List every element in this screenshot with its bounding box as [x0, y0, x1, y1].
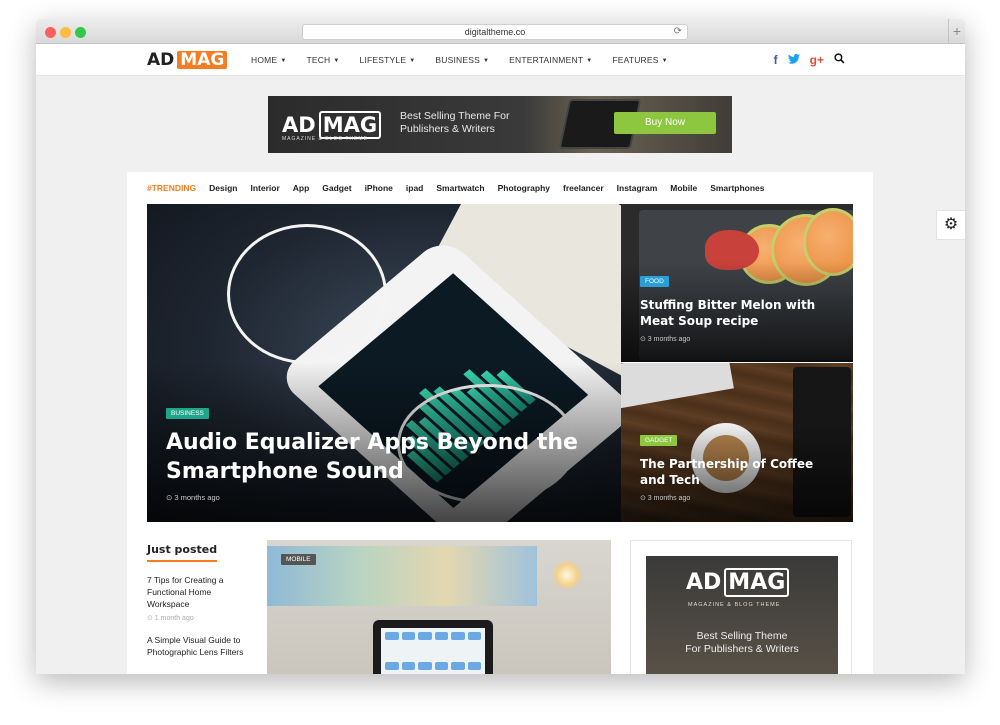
menu-item-lifestyle[interactable]: LIFESTYLE ▼ — [360, 55, 416, 65]
trending-tag[interactable]: iPhone — [365, 183, 393, 193]
section-heading: Just posted — [147, 543, 218, 562]
close-window-button[interactable] — [45, 27, 56, 38]
menu-item-business[interactable]: BUSINESS ▼ — [435, 55, 489, 65]
sidebar-ad[interactable]: AD MAG MAGAZINE & BLOG THEME Best Selling… — [630, 540, 852, 674]
post-time: ⊙ 3 months ago — [640, 495, 691, 502]
banner-logo-mag: MAG — [318, 110, 382, 139]
menu-label: ENTERTAINMENT — [509, 55, 584, 65]
menu-label: FEATURES — [612, 55, 659, 65]
trending-bar: #TRENDING Design Interior App Gadget iPh… — [147, 183, 778, 193]
site-logo[interactable]: AD MAG — [147, 50, 228, 70]
banner-logo: AD MAG — [282, 110, 382, 139]
site-header: AD MAG HOME ▼ TECH ▼ LIFESTYLE ▼ BUSINESS ▼ … — [36, 44, 965, 76]
list-item-title[interactable]: 7 Tips for Creating a Functional Home Wo… — [147, 574, 248, 610]
chevron-down-icon: ▼ — [333, 58, 340, 64]
logo-ad-text: AD — [147, 50, 175, 70]
buy-now-button[interactable]: Buy Now — [614, 112, 716, 134]
hero-time: ⊙ 3 months ago — [166, 493, 220, 502]
category-badge[interactable]: FOOD — [640, 276, 669, 287]
menu-label: LIFESTYLE — [359, 55, 407, 65]
chevron-down-icon: ▼ — [586, 58, 593, 64]
ad-line-1: Best Selling Theme — [696, 630, 788, 642]
menu-item-entertainment[interactable]: ENTERTAINMENT ▼ — [509, 55, 592, 65]
top-ad-banner[interactable]: AD MAG MAGAZINE & BLOG THEME Best Selling… — [268, 96, 732, 153]
just-posted-section: Just posted 7 Tips for Creating a Functi… — [147, 540, 248, 658]
list-item[interactable]: A Simple Visual Guide to Photographic Le… — [147, 634, 248, 658]
logo-mag-text: MAG — [177, 51, 228, 69]
category-badge[interactable]: BUSINESS — [166, 408, 209, 419]
trending-tag[interactable]: Photography — [498, 183, 550, 193]
new-tab-button[interactable]: + — [948, 19, 965, 44]
url-text: digitaltheme.co — [464, 27, 526, 37]
search-icon[interactable] — [834, 53, 845, 67]
chevron-down-icon: ▼ — [409, 58, 416, 64]
trending-tag[interactable]: Mobile — [670, 183, 697, 193]
hero-title[interactable]: Audio Equalizer Apps Beyond the Smartpho… — [166, 428, 606, 486]
post-title[interactable]: The Partnership of Coffee and Tech — [640, 456, 840, 488]
mobile-post[interactable]: MOBILE — [267, 540, 611, 674]
content-container: #TRENDING Design Interior App Gadget iPh… — [127, 172, 873, 674]
banner-text: Best Selling Theme For Publishers & Writ… — [400, 110, 510, 136]
tablet-image — [373, 620, 493, 674]
browser-chrome: digitaltheme.co ⟳ + — [36, 19, 965, 44]
menu-label: HOME — [251, 55, 278, 65]
earphone-cable — [227, 224, 387, 364]
ad-logo-ad: AD — [686, 570, 722, 595]
gear-icon[interactable]: ⚙ — [936, 210, 965, 240]
menu-item-home[interactable]: HOME ▼ — [251, 55, 286, 65]
trending-label: #TRENDING — [147, 183, 197, 193]
list-item-time: ⊙ 1 month ago — [147, 615, 194, 622]
trending-tag[interactable]: Smartphones — [710, 183, 764, 193]
menu-label: BUSINESS — [435, 55, 480, 65]
featured-post-gadget[interactable]: GADGET The Partnership of Coffee and Tec… — [621, 363, 853, 522]
google-plus-icon[interactable]: g+ — [810, 53, 824, 67]
chevron-down-icon: ▼ — [661, 58, 668, 64]
list-item-title[interactable]: A Simple Visual Guide to Photographic Le… — [147, 634, 248, 658]
address-bar[interactable]: digitaltheme.co ⟳ — [302, 24, 688, 40]
social-links: f g+ — [774, 53, 845, 67]
reload-icon[interactable]: ⟳ — [674, 25, 682, 39]
chevron-down-icon: ▼ — [482, 58, 490, 64]
ad-logo-mag: MAG — [724, 568, 790, 597]
banner-subtitle: MAGAZINE & BLOG THEME — [282, 136, 368, 142]
post-time: ⊙ 3 months ago — [640, 336, 691, 343]
category-badge[interactable]: MOBILE — [281, 554, 316, 565]
trending-tag[interactable]: Smartwatch — [436, 183, 484, 193]
trending-tag[interactable]: Design — [209, 183, 237, 193]
list-item[interactable]: 7 Tips for Creating a Functional Home Wo… — [147, 574, 248, 622]
lamp-image — [552, 560, 582, 590]
facebook-icon[interactable]: f — [774, 53, 778, 67]
twitter-icon[interactable] — [787, 53, 800, 67]
hero-post[interactable]: BUSINESS Audio Equalizer Apps Beyond the… — [147, 204, 622, 522]
featured-post-food[interactable]: FOOD Stuffing Bitter Melon with Meat Sou… — [621, 204, 853, 362]
browser-window: digitaltheme.co ⟳ + AD MAG HOME ▼ TECH ▼ L… — [36, 19, 965, 674]
chevron-down-icon: ▼ — [280, 58, 287, 64]
trending-tag[interactable]: App — [293, 183, 310, 193]
menu-item-tech[interactable]: TECH ▼ — [306, 55, 339, 65]
category-badge[interactable]: GADGET — [640, 435, 678, 446]
ad-line-2: For Publishers & Writers — [685, 643, 799, 655]
menu-item-features[interactable]: FEATURES ▼ — [612, 55, 667, 65]
sidebar-ad-text: Best Selling Theme For Publishers & Writ… — [646, 630, 838, 656]
main-menu: HOME ▼ TECH ▼ LIFESTYLE ▼ BUSINESS ▼ ENTERTA… — [251, 44, 688, 76]
sidebar-ad-logo: AD MAG — [686, 568, 790, 597]
trending-tag[interactable]: Interior — [250, 183, 279, 193]
menu-label: TECH — [306, 55, 331, 65]
banner-logo-ad: AD — [282, 112, 316, 137]
trending-tag[interactable]: Gadget — [322, 183, 351, 193]
sidebar-ad-subtitle: MAGAZINE & BLOG THEME — [688, 602, 781, 608]
banner-line-1: Best Selling Theme For — [400, 110, 510, 122]
post-title[interactable]: Stuffing Bitter Melon with Meat Soup rec… — [640, 297, 840, 329]
trending-tag[interactable]: ipad — [406, 183, 423, 193]
sidebar-ad-image: AD MAG MAGAZINE & BLOG THEME Best Selling… — [646, 556, 838, 674]
trending-tag[interactable]: Instagram — [617, 183, 658, 193]
zoom-window-button[interactable] — [75, 27, 86, 38]
banner-line-2: Publishers & Writers — [400, 123, 495, 135]
minimize-window-button[interactable] — [60, 27, 71, 38]
trending-tag[interactable]: freelancer — [563, 183, 604, 193]
